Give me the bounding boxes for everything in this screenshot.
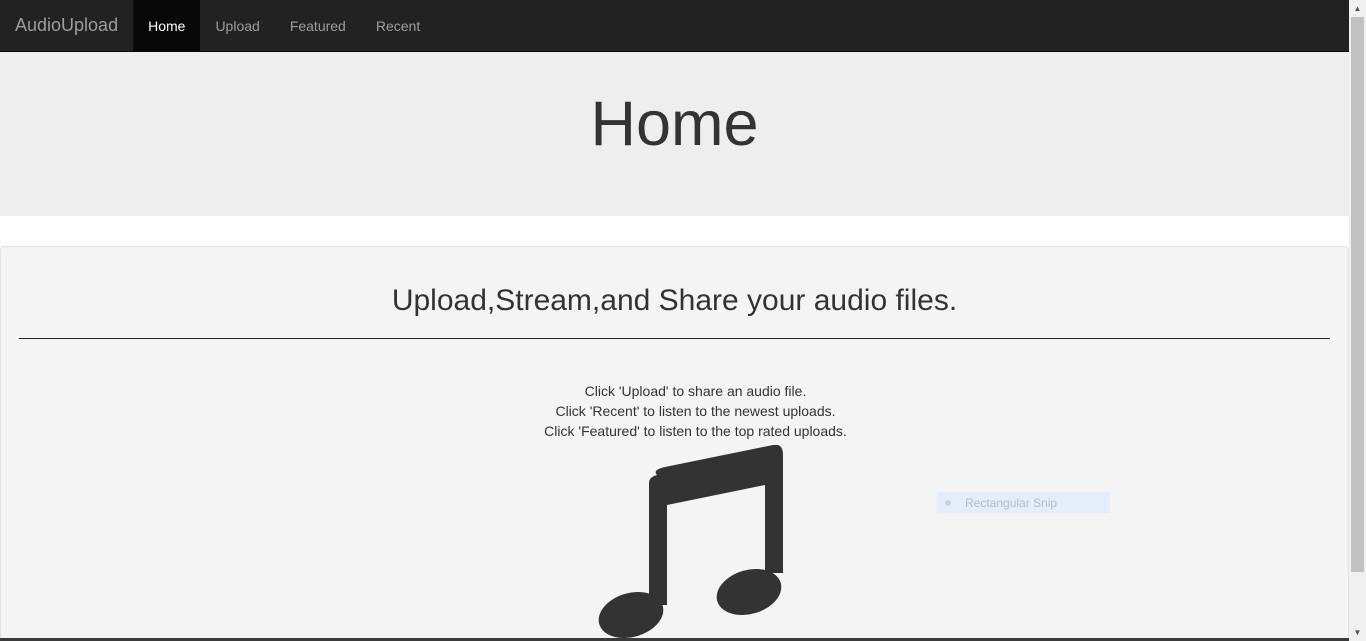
scroll-up-arrow-icon[interactable]: ▲ [1349,0,1366,17]
jumbotron: Home [0,52,1349,216]
brand-link[interactable]: AudioUpload [0,0,133,51]
snip-label: Rectangular Snip [965,495,1058,510]
scroll-down-arrow-icon[interactable]: ▼ [1349,624,1366,641]
nav-featured[interactable]: Featured [275,0,361,51]
instruction-recent: Click 'Recent' to listen to the newest u… [555,403,836,419]
rectangular-snip-overlay[interactable]: Rectangular Snip [937,492,1110,513]
nav-recent[interactable]: Recent [361,0,435,51]
divider [19,338,1330,339]
instruction-upload: Click 'Upload' to share an audio file. [584,383,807,399]
content-well: Upload,Stream,and Share your audio files… [0,246,1349,641]
scrollbar-thumb[interactable] [1351,17,1364,572]
page: AudioUpload Home Upload Featured Recent … [0,0,1366,641]
tagline-heading: Upload,Stream,and Share your audio files… [391,284,958,317]
music-note-icon [598,445,783,639]
vertical-scrollbar[interactable]: ▲ ▼ [1349,0,1366,641]
navbar: AudioUpload Home Upload Featured Recent [0,0,1349,52]
instruction-featured: Click 'Featured' to listen to the top ra… [544,423,847,439]
snip-icon [945,499,951,506]
nav-home[interactable]: Home [133,0,201,51]
instructions: Click 'Upload' to share an audio file. C… [1,381,1366,441]
page-title: Home [590,89,759,159]
nav-upload[interactable]: Upload [200,0,274,51]
